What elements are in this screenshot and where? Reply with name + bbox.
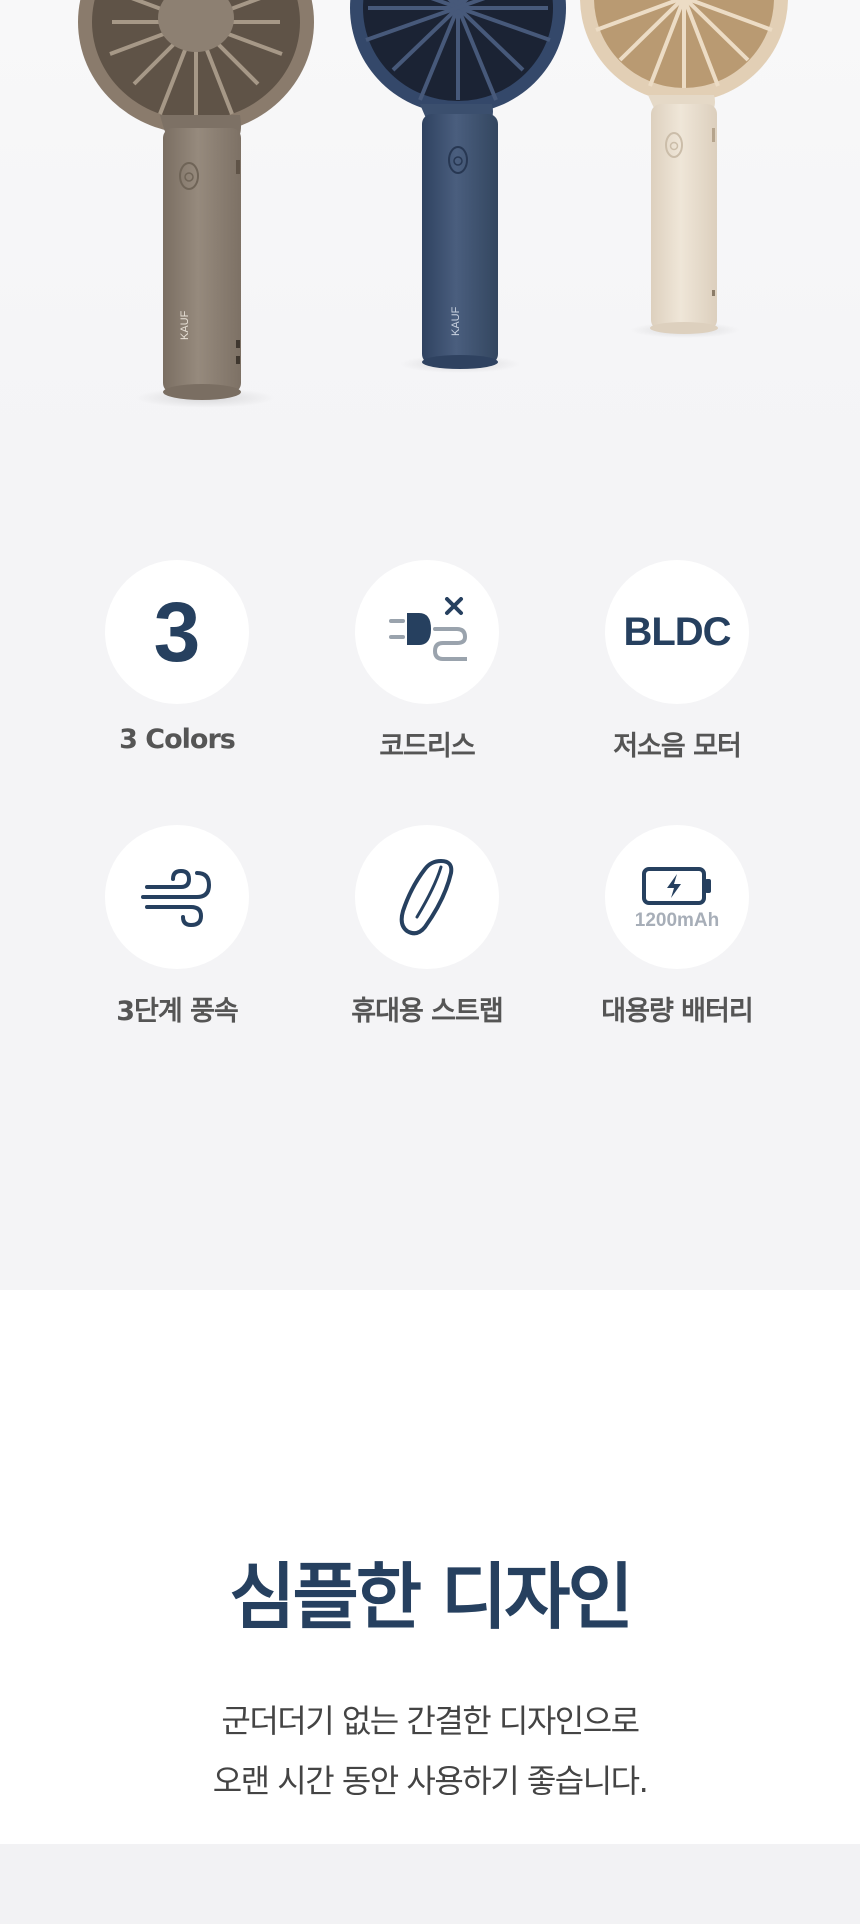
battery-icon bbox=[642, 867, 711, 905]
next-section-band bbox=[0, 1844, 860, 1924]
feature-icon-circle bbox=[355, 560, 499, 704]
strap-icon bbox=[399, 859, 454, 936]
beige-fan bbox=[580, 0, 788, 334]
feature-strap: 휴대용 스트랩 bbox=[302, 825, 552, 1028]
product-hero-image: KAUF KAUF bbox=[0, 0, 860, 490]
feature-motor: BLDC 저소음 모터 bbox=[552, 560, 802, 763]
bldc-text-icon: BLDC bbox=[623, 609, 731, 654]
number-three-icon: 3 bbox=[153, 585, 201, 679]
feature-section: 3 3 Colors 코드리스 BLDC 저소음 모터 3단계 풍속 휴대용 스… bbox=[0, 490, 860, 1290]
svg-text:KAUF: KAUF bbox=[450, 306, 462, 336]
feature-label: 코드리스 bbox=[379, 731, 475, 762]
description-line: 오랜 시간 동안 사용하기 좋습니다. bbox=[212, 1762, 649, 1800]
feature-label: 3단계 풍속 bbox=[116, 996, 239, 1027]
feature-icon-circle bbox=[105, 825, 249, 969]
simple-design-section: 심플한 디자인 군더더기 없는 간결한 디자인으로 오랜 시간 동안 사용하기 … bbox=[0, 1290, 860, 1844]
description-line: 군더더기 없는 간결한 디자인으로 bbox=[221, 1702, 640, 1740]
section-description: 군더더기 없는 간결한 디자인으로 오랜 시간 동안 사용하기 좋습니다. bbox=[212, 1691, 649, 1811]
brown-fan: KAUF bbox=[78, 0, 314, 400]
wind-icon bbox=[141, 868, 212, 928]
battery-icon-group: 1200mAh bbox=[634, 866, 720, 932]
navy-fan: KAUF bbox=[350, 0, 566, 369]
feature-label: 대용량 배터리 bbox=[601, 996, 753, 1027]
section-title: 심플한 디자인 bbox=[229, 1555, 634, 1639]
feature-label: 3 Colors bbox=[119, 724, 236, 755]
feature-label: 저소음 모터 bbox=[613, 731, 742, 762]
feature-wind: 3단계 풍속 bbox=[52, 825, 302, 1028]
feature-icon-circle: 3 bbox=[105, 560, 249, 704]
feature-icon-circle: 1200mAh bbox=[605, 825, 749, 969]
feature-cordless: 코드리스 bbox=[302, 560, 552, 763]
cordless-plug-icon bbox=[389, 597, 467, 661]
feature-battery: 1200mAh 대용량 배터리 bbox=[552, 825, 802, 1028]
feature-icon-circle: BLDC bbox=[605, 560, 749, 704]
feature-grid: 3 3 Colors 코드리스 BLDC 저소음 모터 3단계 풍속 휴대용 스… bbox=[52, 560, 860, 1028]
svg-text:KAUF: KAUF bbox=[179, 310, 191, 340]
feature-label: 휴대용 스트랩 bbox=[351, 996, 503, 1027]
three-fans-illustration: KAUF KAUF bbox=[78, 0, 788, 408]
feature-icon-circle bbox=[355, 825, 499, 969]
battery-capacity-text: 1200mAh bbox=[634, 910, 720, 931]
feature-colors: 3 3 Colors bbox=[52, 560, 302, 763]
